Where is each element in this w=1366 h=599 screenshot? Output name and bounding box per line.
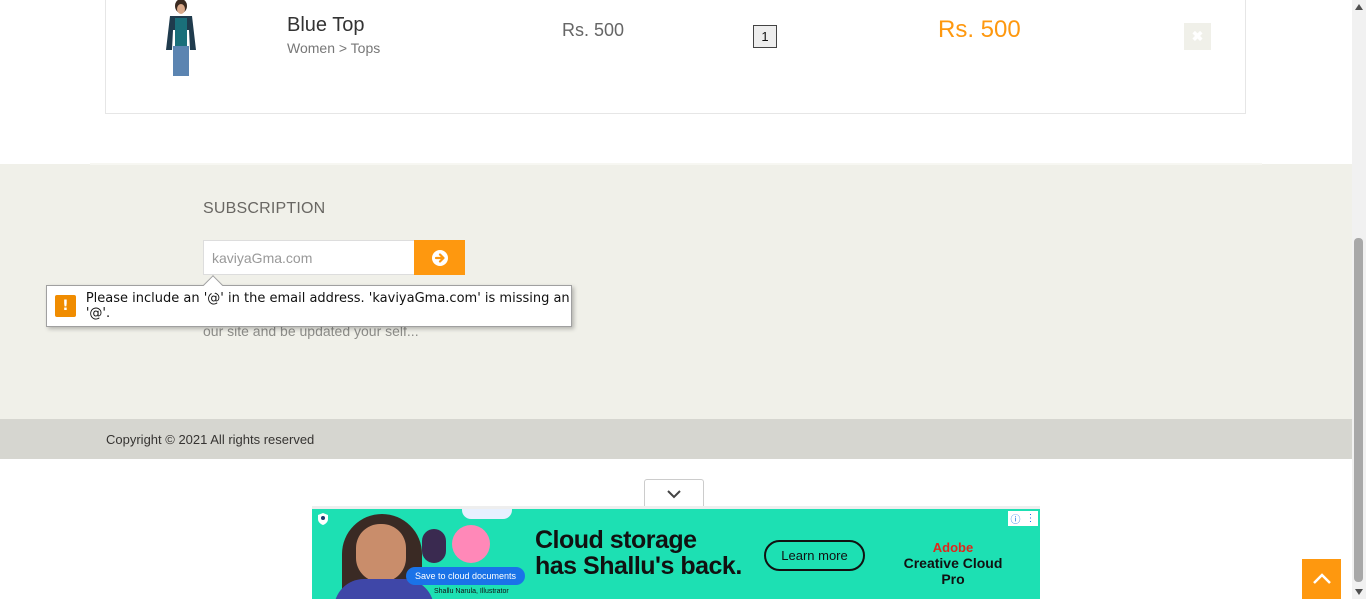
warning-icon: ! [55,295,76,317]
validation-tooltip: ! Please include an '@' in the email add… [46,285,572,327]
chevron-down-icon [667,489,681,498]
scroll-to-top-button[interactable] [1302,559,1341,599]
subscribe-button[interactable] [414,240,465,275]
ad-headline-line1: Cloud storage [535,526,697,554]
ad-collapse-button[interactable] [644,479,704,507]
scroll-down-arrow[interactable] [1352,585,1366,599]
triangle-down-icon [1355,589,1363,595]
chevron-up-icon [1312,573,1331,584]
delete-item-button[interactable]: ✖ [1184,23,1211,50]
product-name[interactable]: Blue Top [287,14,364,37]
info-icon[interactable]: ⓘ [1011,511,1021,526]
ad-choices[interactable]: ⓘ ⋮ [1008,511,1038,526]
ad-learn-more-button[interactable]: Learn more [764,540,865,571]
copyright-text: Copyright © 2021 All rights reserved [106,432,315,447]
triangle-up-icon [1355,4,1363,10]
ad-caption: Shallu Narula, Illustrator [434,588,509,595]
close-icon: ✖ [1191,28,1204,44]
ad-headline: Cloud storage has Shallu's back. [535,527,742,579]
ad-photo-face [356,524,406,582]
cloud-shape [462,509,512,519]
ad-character [422,529,446,563]
product-price: Rs. 500 [562,20,625,40]
page: Blue Top Women > Tops Rs. 500 1 Rs. 500 … [0,0,1366,599]
subscription-email-input[interactable] [203,240,415,275]
more-icon[interactable]: ⋮ [1026,513,1036,524]
ad-banner[interactable]: Save to cloud documents Shallu Narula, I… [312,506,1040,599]
ad-character [452,525,490,563]
product-image[interactable] [160,0,202,78]
shield-icon [318,513,328,525]
ad-headline-line2: has Shallu's back. [535,552,742,580]
scroll-up-arrow[interactable] [1352,0,1366,14]
subscription-title: SUBSCRIPTION [203,200,326,217]
ad-brand-line1: Adobe [932,540,974,555]
ad-brand-line2: Creative Cloud Pro [903,555,1003,587]
ad-brand: Adobe Creative Cloud Pro [890,540,1016,588]
product-total: Rs. 500 [938,16,1021,43]
scrollbar-thumb[interactable] [1354,238,1363,582]
product-category: Women > Tops [287,40,381,56]
divider [90,163,1262,165]
product-quantity: 1 [753,25,777,48]
cart-table [105,0,1246,114]
ad-pill: Save to cloud documents [406,567,526,585]
validation-message: Please include an '@' in the email addre… [85,291,570,321]
arrow-circle-right-icon [431,249,448,266]
